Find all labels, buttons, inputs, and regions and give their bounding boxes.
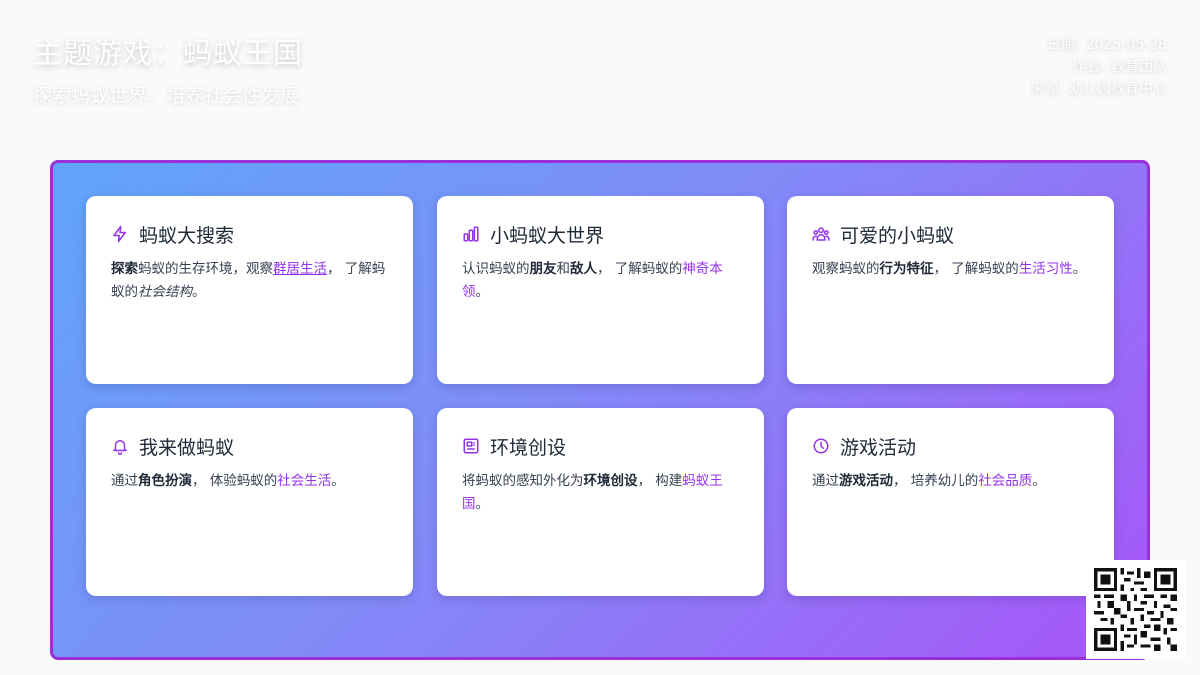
text: 蚂蚁的生存环境，观察: [138, 261, 273, 277]
card-header: 环境创设: [462, 434, 739, 459]
text: ， 了解蚂蚁的: [597, 261, 683, 277]
highlight-text: 社会品质: [978, 473, 1033, 489]
clock-icon: [812, 437, 830, 455]
text: ， 构建: [637, 473, 683, 489]
text: 认识蚂蚁的: [462, 261, 530, 277]
meta-info: 日期: 2025-05-28 作者: 教育团队 来源: 幼儿园教育中心: [1030, 34, 1167, 100]
text: ， 了解蚂蚁的: [933, 261, 1019, 277]
text: 观察蚂蚁的: [812, 261, 880, 277]
page-title: 主题游戏：蚂蚁王国: [33, 36, 304, 70]
text: 。: [475, 284, 490, 300]
meta-author: 作者: 教育团队: [1030, 56, 1167, 78]
card-title: 可爱的小蚂蚁: [840, 224, 955, 247]
card-environment[interactable]: 环境创设 将蚂蚁的感知外化为环境创设， 构建蚂蚁王国。: [437, 408, 764, 596]
text-bold: 敌人: [570, 261, 597, 277]
card-role-play[interactable]: 我来做蚂蚁 通过角色扮演， 体验蚂蚁的社会生活。: [86, 408, 413, 596]
highlight-text: 社会生活: [277, 473, 332, 489]
text-bold: 角色扮演: [138, 473, 192, 489]
highlight-text: 生活习性: [1018, 261, 1073, 277]
meta-date: 日期: 2025-05-28: [1030, 34, 1167, 56]
card-header: 蚂蚁大搜索: [111, 222, 388, 247]
card-description: 观察蚂蚁的行为特征， 了解蚂蚁的生活习性。: [812, 258, 1089, 281]
card-description: 认识蚂蚁的朋友和敌人， 了解蚂蚁的神奇本领。: [462, 258, 739, 304]
card-title: 游戏活动: [840, 436, 917, 459]
card-description: 探索蚂蚁的生存环境，观察群居生活， 了解蚂蚁的社会结构。: [111, 258, 388, 304]
text: ， 体验蚂蚁的: [192, 473, 278, 489]
text: 通过: [812, 473, 839, 489]
text-bold: 探索: [111, 261, 138, 277]
meta-source: 来源: 幼儿园教育中心: [1030, 78, 1167, 100]
newspaper-icon: [462, 437, 480, 455]
meta-date-value: 2025-05-28: [1085, 37, 1167, 53]
text: 通过: [111, 473, 138, 489]
text: 和: [556, 261, 571, 277]
page-header: 主题游戏：蚂蚁王国 探索蚂蚁世界，培养社会性发展 日期: 2025-05-28 作…: [0, 0, 1200, 150]
text-italic: 社会结构: [138, 284, 192, 300]
meta-author-value: 教育团队: [1111, 59, 1167, 75]
card-cute-ant[interactable]: 可爱的小蚂蚁 观察蚂蚁的行为特征， 了解蚂蚁的生活习性。: [787, 196, 1114, 384]
text: ， 培养幼儿的: [893, 473, 979, 489]
meta-author-label: 作者:: [1072, 59, 1105, 75]
card-header: 我来做蚂蚁: [111, 434, 388, 459]
lightning-icon: [111, 225, 129, 243]
users-icon: [812, 225, 830, 243]
text-bold: 行为特征: [879, 261, 934, 277]
meta-source-label: 来源:: [1030, 81, 1063, 97]
card-description: 通过游戏活动， 培养幼儿的社会品质。: [812, 470, 1089, 493]
qr-code-icon: [1094, 568, 1177, 651]
card-title: 环境创设: [490, 436, 567, 459]
card-description: 将蚂蚁的感知外化为环境创设， 构建蚂蚁王国。: [462, 470, 739, 516]
content-panel: 蚂蚁大搜索 探索蚂蚁的生存环境，观察群居生活， 了解蚂蚁的社会结构。 小蚂蚁大世…: [50, 160, 1150, 660]
card-description: 通过角色扮演， 体验蚂蚁的社会生活。: [111, 470, 388, 493]
text: 。: [1032, 473, 1046, 489]
card-header: 游戏活动: [812, 434, 1089, 459]
meta-source-value: 幼儿园教育中心: [1069, 81, 1167, 97]
bell-icon: [111, 437, 129, 455]
highlight-link[interactable]: 群居生活: [273, 261, 327, 277]
qr-code[interactable]: [1086, 560, 1185, 659]
card-header: 小蚂蚁大世界: [462, 222, 739, 247]
meta-date-label: 日期:: [1046, 37, 1080, 53]
text: 。: [192, 284, 206, 300]
card-title: 蚂蚁大搜索: [139, 224, 235, 247]
card-title: 我来做蚂蚁: [139, 436, 235, 459]
text-bold: 游戏活动: [839, 473, 893, 489]
card-ant-world[interactable]: 小蚂蚁大世界 认识蚂蚁的朋友和敌人， 了解蚂蚁的神奇本领。: [437, 196, 764, 384]
text: 将蚂蚁的感知外化为: [462, 473, 584, 489]
text-bold: 环境创设: [583, 473, 638, 489]
card-title: 小蚂蚁大世界: [490, 224, 605, 247]
text: 。: [1072, 261, 1087, 277]
text: 。: [331, 473, 345, 489]
card-game-activity[interactable]: 游戏活动 通过游戏活动， 培养幼儿的社会品质。: [787, 408, 1114, 596]
card-ant-search[interactable]: 蚂蚁大搜索 探索蚂蚁的生存环境，观察群居生活， 了解蚂蚁的社会结构。: [86, 196, 413, 384]
page-subtitle: 探索蚂蚁世界，培养社会性发展: [33, 85, 300, 107]
text: 。: [475, 496, 490, 512]
card-header: 可爱的小蚂蚁: [812, 222, 1089, 247]
text-bold: 朋友: [529, 261, 557, 277]
bar-chart-icon: [462, 225, 480, 243]
